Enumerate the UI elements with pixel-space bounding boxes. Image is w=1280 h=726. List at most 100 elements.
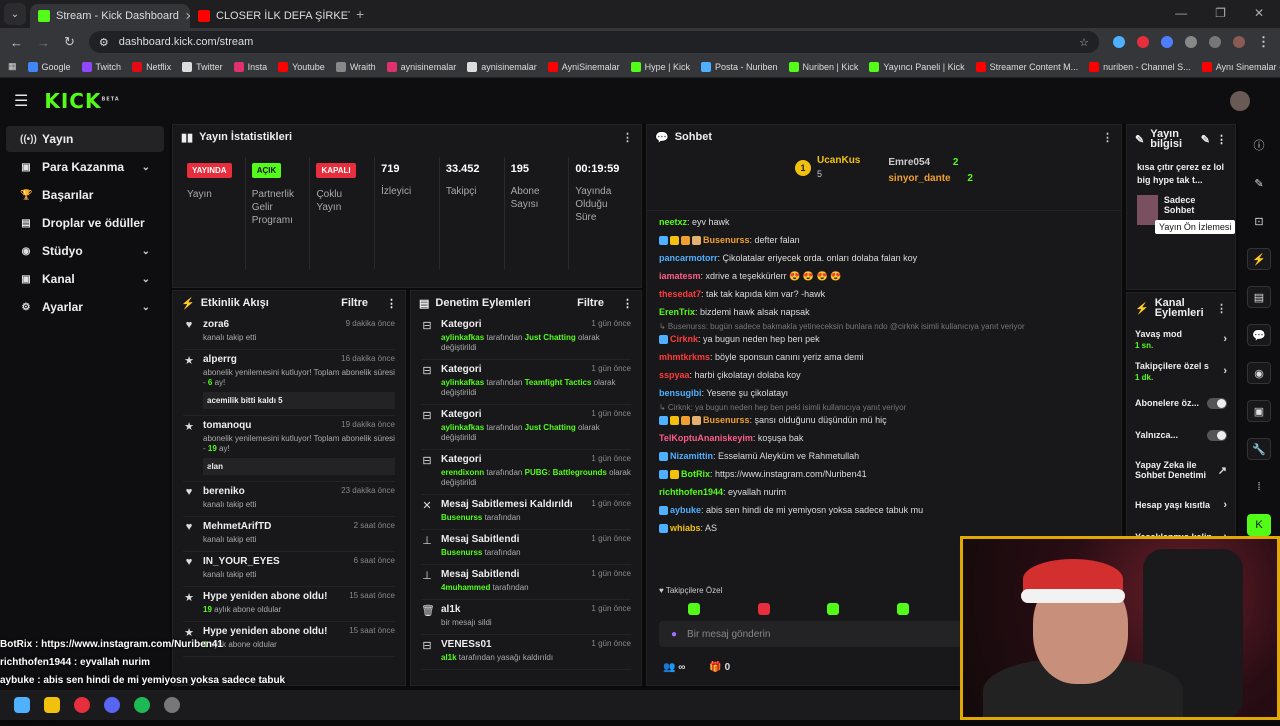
chat-username[interactable]: ErenTrix xyxy=(659,307,695,317)
chat-username[interactable]: neetxz xyxy=(659,217,687,227)
bookmark-item[interactable]: Twitch xyxy=(81,61,121,72)
drag-dots-icon[interactable]: ⁞ xyxy=(1247,476,1271,498)
activity-item[interactable]: ★ Hype yeniden abone oldu! 15 saat önce 19 … xyxy=(183,587,395,622)
hamburger-menu-icon[interactable]: ☰ xyxy=(14,91,28,111)
new-tab-button[interactable]: + xyxy=(356,6,364,22)
chrome-icon[interactable] xyxy=(74,697,90,713)
spotify-icon[interactable] xyxy=(134,697,150,713)
menu-icon[interactable]: ⋮ xyxy=(1257,34,1270,50)
bookmark-star-icon[interactable]: ☆ xyxy=(1079,36,1089,49)
reload-icon[interactable]: ↻ xyxy=(64,34,75,50)
puzzle-icon[interactable] xyxy=(1185,36,1197,48)
moderation-item[interactable]: ⊟ VENESs01 1 gün önce al1k tarafından yasağ… xyxy=(421,635,631,670)
profile-icon[interactable] xyxy=(1233,36,1245,48)
activity-item[interactable]: ♥ bereniko 23 dakika önce kanalı takip etti xyxy=(183,482,395,517)
more-options-icon[interactable]: ⋮ xyxy=(386,297,397,310)
bookmark-item[interactable]: Streamer Content M... xyxy=(975,61,1078,72)
sidebar-item-2[interactable]: 🏆 Başarılar xyxy=(6,182,164,208)
toggle-switch[interactable] xyxy=(1207,397,1227,409)
kick-icon[interactable]: K xyxy=(1247,514,1271,536)
chat-username[interactable]: pancarmotorr xyxy=(659,253,718,263)
chat-message[interactable]: TelKoptuAnaniskeyim: koşuşa bak xyxy=(659,433,1109,444)
chat-username[interactable]: Busenurss xyxy=(703,235,750,245)
chat-username[interactable]: sspyaa xyxy=(659,370,690,380)
channel-action-3[interactable]: Yalnızca... xyxy=(1127,419,1235,451)
apps-icon[interactable]: ▦ xyxy=(8,61,17,72)
chat-username[interactable]: aybuke xyxy=(670,505,701,515)
chat-message[interactable]: pancarmotorr: Çikolatalar eriyecek orda.… xyxy=(659,253,1109,264)
emote-icon[interactable] xyxy=(896,603,909,615)
gifter-name[interactable]: UcanKus xyxy=(817,155,860,166)
chat-message[interactable]: thesedat7: tak tak kapıda kim var? -hawk xyxy=(659,289,1109,300)
bookmark-item[interactable]: aynisinemalar xyxy=(386,61,456,72)
bookmark-item[interactable]: nuriben - Channel S... xyxy=(1089,61,1191,72)
bookmark-item[interactable]: Google xyxy=(27,61,71,72)
site-info-icon[interactable]: ⚙ xyxy=(99,36,109,49)
reading-list-icon[interactable] xyxy=(1209,36,1221,48)
bookmark-item[interactable]: aynisinemalar xyxy=(467,61,537,72)
document-icon[interactable]: ▤ xyxy=(1247,286,1271,308)
broadcast-icon[interactable]: ◉ xyxy=(1247,362,1271,384)
bookmark-item[interactable]: Twitter xyxy=(182,61,223,72)
more-options-icon[interactable]: ⋮ xyxy=(622,297,633,310)
preview-icon[interactable]: ⊡ xyxy=(1247,210,1271,232)
channel-action-5[interactable]: Hesap yaşı kısıtla › xyxy=(1127,489,1235,521)
discord-icon[interactable] xyxy=(104,697,120,713)
folder-icon[interactable] xyxy=(44,697,60,713)
tab-search-button[interactable]: ⌄ xyxy=(4,3,26,25)
chat-message[interactable]: whiabs: AS xyxy=(659,523,1109,534)
bookmark-item[interactable]: Yayıncı Paneli | Kick xyxy=(869,61,965,72)
bookmark-item[interactable]: Aynı Sinemalar - Ça... xyxy=(1201,61,1280,72)
channel-action-4[interactable]: Yapay Zeka ile Sohbet Denetimi ↗ xyxy=(1127,451,1235,489)
sidebar-item-3[interactable]: ▤ Droplar ve ödüller xyxy=(6,210,164,236)
moderation-item[interactable]: ⊟ Kategori 1 gün önce aylinkafkas tarafında… xyxy=(421,360,631,405)
moderation-item[interactable]: ✕ Mesaj Sabitlemesi Kaldırıldı 1 gün önce B… xyxy=(421,495,631,530)
more-options-icon[interactable]: ⋮ xyxy=(1102,131,1113,144)
chat-username[interactable]: iamatesm xyxy=(659,271,701,281)
chat-username[interactable]: Nizamittin xyxy=(670,451,713,461)
close-window-icon[interactable]: ✕ xyxy=(1254,6,1264,20)
kick-logo[interactable]: KICKBETA xyxy=(44,89,119,113)
more-options-icon[interactable]: ⋮ xyxy=(1216,133,1227,146)
chat-message[interactable]: bensugibi: Yesene şu çikolatayı xyxy=(659,388,1109,399)
extension-icon[interactable] xyxy=(1137,36,1149,48)
chat-message[interactable]: iamatesm: xdrive a teşekkürlerr 😍 😍 😍 😍 xyxy=(659,271,1109,282)
chat-username[interactable]: mhmtkrkms xyxy=(659,352,710,362)
chat-username[interactable]: richthofen1944 xyxy=(659,487,723,497)
emote-icon[interactable] xyxy=(827,603,840,615)
windows-start-icon[interactable] xyxy=(14,697,30,713)
tab-kick-dashboard[interactable]: Stream - Kick Dashboard ✕ xyxy=(30,4,190,28)
chat-username[interactable]: BotRix xyxy=(681,469,710,479)
chat-message[interactable]: Cirknk: ya bugun neden hep ben pek xyxy=(659,334,1109,345)
extension-icon[interactable] xyxy=(1161,36,1173,48)
toggle-switch[interactable] xyxy=(1207,429,1227,441)
moderation-item[interactable]: ⊟ Kategori 1 gün önce aylinkafkas tarafında… xyxy=(421,315,631,360)
chat-message[interactable]: BotRix: https://www.instagram.com/Nuribe… xyxy=(659,469,1109,480)
moderation-item[interactable]: 🗑 al1k 1 gün önce bir mesajı sildi xyxy=(421,600,631,635)
bookmark-item[interactable]: AyniSinemalar xyxy=(547,61,620,72)
bookmark-item[interactable]: Youtube xyxy=(278,61,325,72)
chat-message[interactable]: richthofen1944: eyvallah nurim xyxy=(659,487,1109,498)
microphone-icon[interactable]: ● xyxy=(671,629,677,640)
chat-username[interactable]: Cirknk xyxy=(670,334,698,344)
address-bar[interactable]: ⚙ dashboard.kick.com/stream ☆ xyxy=(88,31,1099,53)
bookmark-item[interactable]: Hype | Kick xyxy=(630,61,690,72)
emote-icon[interactable] xyxy=(687,603,700,615)
info-icon[interactable]: ⓘ xyxy=(1247,134,1271,156)
maximize-icon[interactable]: ❐ xyxy=(1215,6,1226,20)
chat-message[interactable]: ErenTrix: bizdemi hawk alsak napsak xyxy=(659,307,1109,318)
moderation-item[interactable]: ⊟ Kategori 1 gün önce erendixonn tarafından… xyxy=(421,450,631,495)
bookmark-item[interactable]: Netflix xyxy=(132,61,171,72)
chat-username[interactable]: thesedat7 xyxy=(659,289,701,299)
wrench-icon[interactable]: 🔧 xyxy=(1247,438,1271,460)
activity-item[interactable]: ♥ MehmetArifTD 2 saat önce kanalı takip ett… xyxy=(183,517,395,552)
pencil-icon[interactable]: ✎ xyxy=(1247,172,1271,194)
points-counter[interactable]: 🎁 0 xyxy=(709,662,730,673)
channel-action-0[interactable]: Yavaş mod 1 sn. › xyxy=(1127,323,1235,355)
channel-action-1[interactable]: Takipçilere özel s1 dk. › xyxy=(1127,355,1235,387)
sidebar-item-6[interactable]: ⚙ Ayarlar ⌄ xyxy=(6,294,164,320)
channel-action-2[interactable]: Abonelere öz... xyxy=(1127,387,1235,419)
activity-item[interactable]: ♥ zora6 9 dakika önce kanalı takip etti xyxy=(183,315,395,350)
chat-username[interactable]: whiabs xyxy=(670,523,701,533)
chat-message[interactable]: Nizamittin: Esselamü Aleyküm ve Rahmetul… xyxy=(659,451,1109,462)
